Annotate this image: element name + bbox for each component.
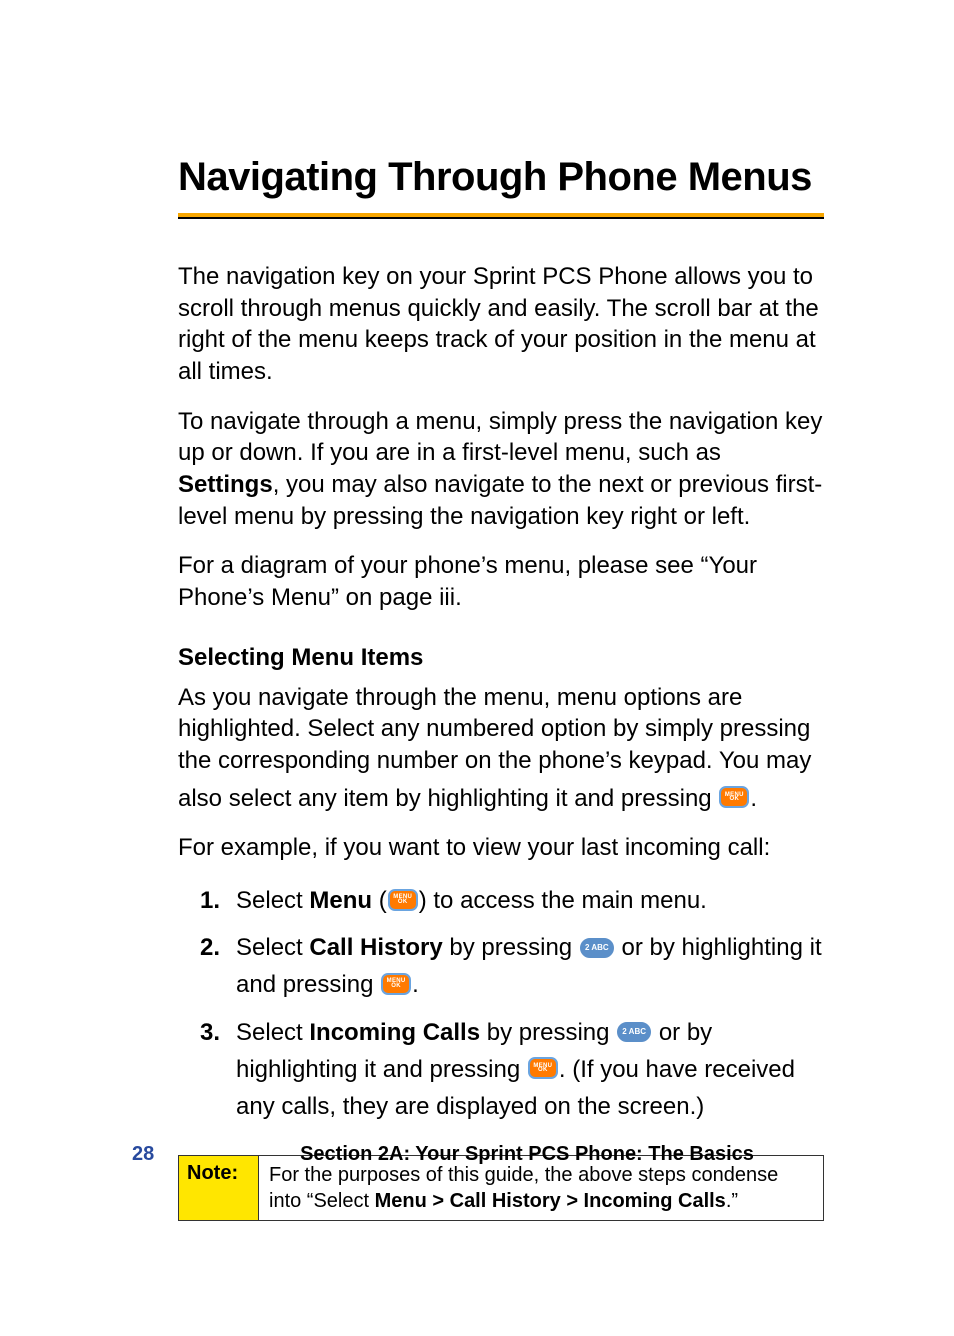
menu-bold: Menu	[309, 887, 372, 914]
menu-ok-icon: MENUOK	[719, 788, 749, 810]
paragraph-4: As you navigate through the menu, menu o…	[178, 682, 824, 777]
note-bold: Menu > Call History > Incoming Calls	[375, 1190, 726, 1212]
paragraph-3: For a diagram of your phone’s menu, plea…	[178, 550, 824, 613]
text: .	[412, 971, 419, 998]
paragraph-1: The navigation key on your Sprint PCS Ph…	[178, 261, 824, 388]
step-number: 3.	[200, 1014, 236, 1051]
settings-bold: Settings	[178, 471, 273, 498]
step-3: 3. Select Incoming Calls by pressing 2 A…	[178, 1014, 824, 1126]
page-footer: 28 Section 2A: Your Sprint PCS Phone: Th…	[0, 1143, 954, 1166]
text: also select any item by highlighting it …	[178, 785, 718, 812]
step-text: Select Menu (MENUOK) to access the main …	[236, 882, 824, 919]
title-rule	[178, 213, 824, 219]
text: by pressing	[443, 934, 579, 961]
step-number: 2.	[200, 929, 236, 966]
page-title: Navigating Through Phone Menus	[178, 155, 824, 199]
page-number: 28	[132, 1143, 154, 1166]
step-number: 1.	[200, 882, 236, 919]
text: Select	[236, 934, 309, 961]
paragraph-2: To navigate through a menu, simply press…	[178, 406, 824, 533]
page: Navigating Through Phone Menus The navig…	[0, 0, 954, 1336]
steps-list: 1. Select Menu (MENUOK) to access the ma…	[178, 882, 824, 1125]
step-text: Select Call History by pressing 2 ABC or…	[236, 929, 824, 1003]
call-history-bold: Call History	[309, 934, 442, 961]
text: Select	[236, 887, 309, 914]
text: (	[372, 887, 387, 914]
menu-ok-icon: MENUOK	[528, 1059, 558, 1081]
text: .”	[726, 1190, 738, 1212]
key-2abc-icon: 2 ABC	[617, 1023, 651, 1043]
incoming-calls-bold: Incoming Calls	[309, 1019, 480, 1046]
subheading: Selecting Menu Items	[178, 644, 824, 672]
text: , you may also navigate to the next or p…	[178, 471, 822, 530]
menu-ok-icon: MENUOK	[388, 891, 418, 913]
text: .	[750, 785, 757, 812]
step-text: Select Incoming Calls by pressing 2 ABC …	[236, 1014, 824, 1126]
text: by pressing	[480, 1019, 616, 1046]
text: Select	[236, 1019, 309, 1046]
paragraph-5: also select any item by highlighting it …	[178, 783, 824, 815]
paragraph-6: For example, if you want to view your la…	[178, 832, 824, 864]
text: To navigate through a menu, simply press…	[178, 408, 822, 467]
step-2: 2. Select Call History by pressing 2 ABC…	[178, 929, 824, 1003]
section-label: Section 2A: Your Sprint PCS Phone: The B…	[300, 1143, 754, 1166]
text: ) to access the main menu.	[419, 887, 707, 914]
key-2abc-icon: 2 ABC	[580, 939, 614, 959]
step-1: 1. Select Menu (MENUOK) to access the ma…	[178, 882, 824, 919]
menu-ok-icon: MENUOK	[381, 975, 411, 997]
